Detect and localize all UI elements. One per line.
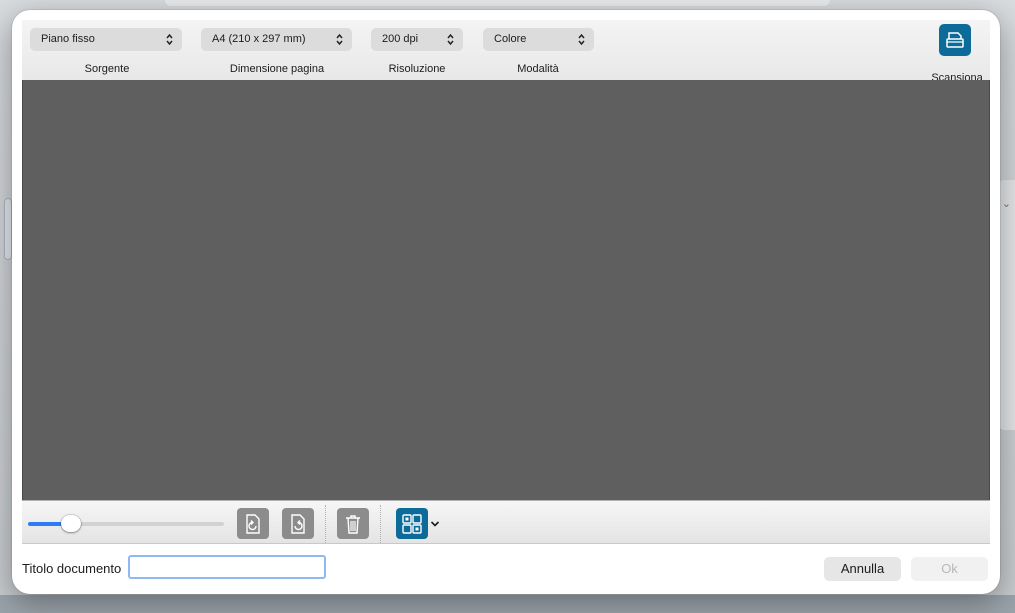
chevron-updown-icon (447, 33, 454, 46)
chevron-updown-icon (578, 33, 585, 46)
rotate-left-button[interactable] (237, 508, 269, 539)
chevron-down-icon[interactable] (430, 520, 440, 528)
scan-dialog: Piano fisso Sorgente A4 (210 x 297 mm) D… (12, 10, 1000, 594)
scanner-icon (946, 32, 964, 48)
mode-label: Modalità (517, 63, 559, 75)
chevron-updown-icon (166, 33, 173, 46)
zoom-slider-knob[interactable] (61, 515, 82, 532)
rotate-left-icon (246, 513, 260, 534)
delete-button[interactable] (337, 508, 369, 539)
background-bottom-bar (0, 595, 1015, 613)
rotate-right-icon (291, 513, 305, 534)
page-layout-button[interactable] (396, 508, 428, 539)
zoom-slider[interactable] (28, 522, 224, 526)
document-title-label: Titolo documento (22, 561, 122, 576)
chevron-updown-icon (336, 33, 343, 46)
source-select[interactable]: Piano fisso (30, 28, 182, 51)
cancel-button[interactable]: Annulla (824, 557, 901, 581)
trash-icon (346, 514, 360, 534)
scan-button[interactable] (939, 24, 971, 56)
resolution-select-value: 200 dpi (382, 33, 419, 45)
page-size-select-value: A4 (210 x 297 mm) (212, 33, 306, 45)
preview-controls-bar (22, 500, 990, 544)
grid-layout-icon (402, 513, 422, 534)
mode-field: Colore (483, 28, 594, 51)
scan-preview-area[interactable] (22, 80, 990, 500)
page-size-field: A4 (210 x 297 mm) (201, 28, 352, 51)
background-header-bar (165, 0, 830, 6)
chevron-down-icon: ⌄ (1001, 198, 1011, 210)
rotate-right-button[interactable] (282, 508, 314, 539)
ok-button[interactable]: Ok (911, 557, 988, 581)
background-left-control (4, 198, 12, 260)
document-title-input[interactable] (128, 555, 326, 579)
source-select-value: Piano fisso (41, 33, 95, 45)
resolution-field: 200 dpi (371, 28, 463, 51)
resolution-select[interactable]: 200 dpi (371, 28, 463, 51)
mode-select-value: Colore (494, 33, 527, 45)
source-label: Sorgente (84, 63, 130, 75)
page-size-select[interactable]: A4 (210 x 297 mm) (201, 28, 352, 51)
page-size-label: Dimensione pagina (229, 63, 325, 75)
source-field: Piano fisso (30, 28, 182, 51)
toolbar-separator (325, 505, 326, 543)
toolbar-separator (380, 505, 381, 543)
mode-select[interactable]: Colore (483, 28, 594, 51)
